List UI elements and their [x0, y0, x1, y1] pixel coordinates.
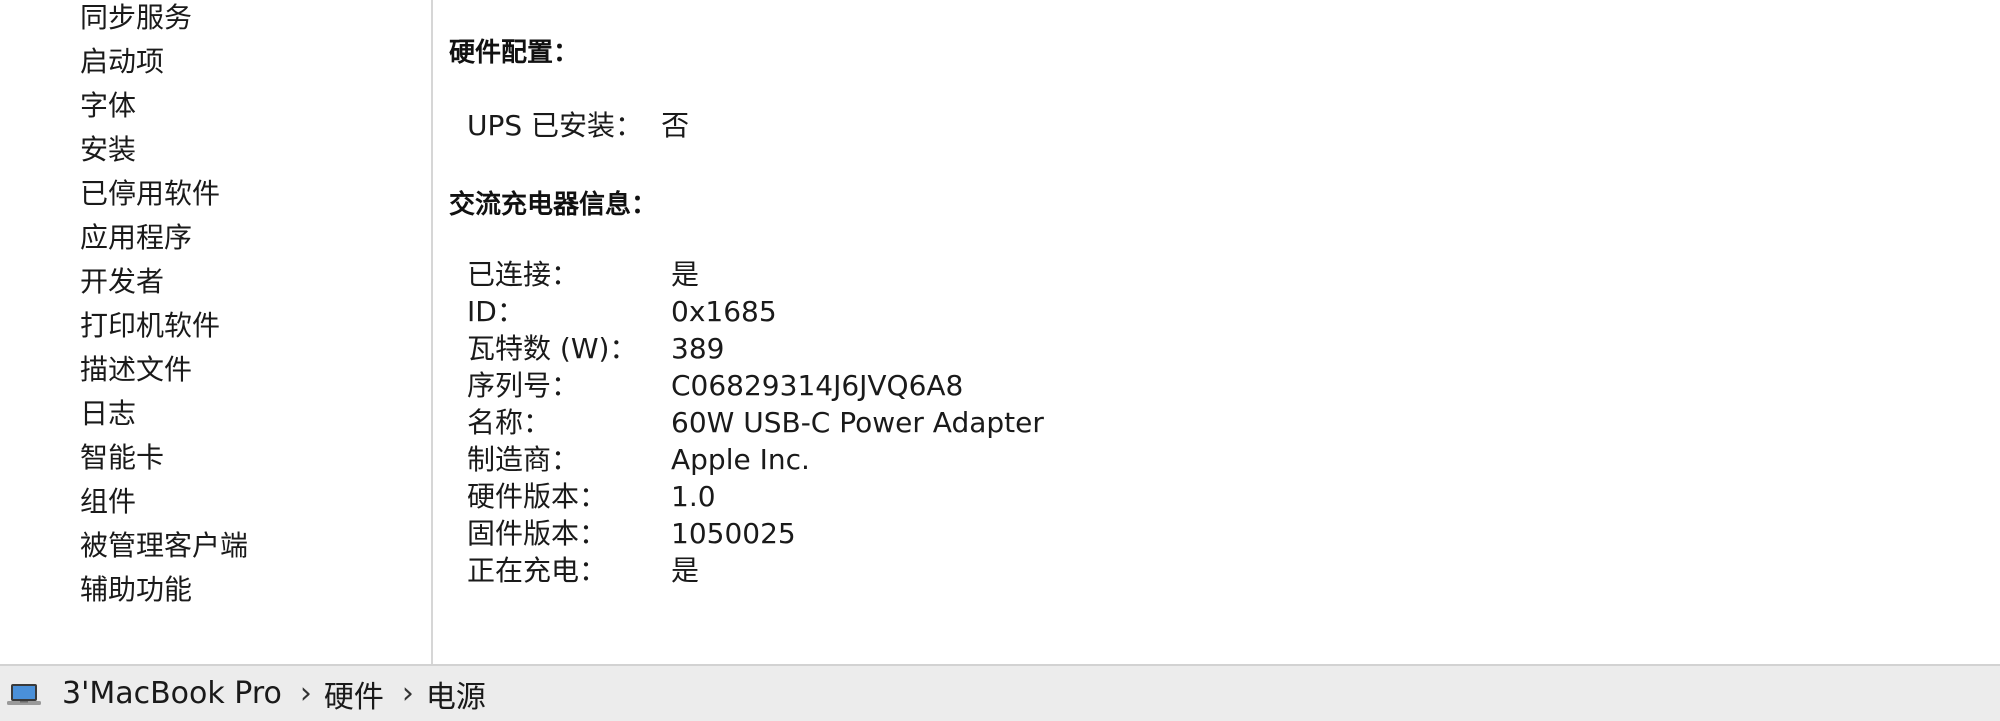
sidebar-item-managed-client[interactable]: 被管理客户端: [80, 524, 248, 568]
kv-key: 固件版本：: [467, 517, 608, 550]
sidebar-item-sync-services[interactable]: 同步服务: [80, 0, 248, 40]
ups-installed-row: UPS 已安装： 否: [467, 107, 689, 144]
kv-value: 0x1685: [671, 295, 777, 328]
kv-row-firmware-version: 固件版本： 1050025: [467, 515, 796, 552]
sidebar-item-developer[interactable]: 开发者: [80, 260, 248, 304]
hardware-config-title: 硬件配置：: [449, 38, 580, 68]
kv-value: C06829314J6JVQ6A8: [671, 369, 964, 402]
kv-row-connected: 已连接： 是: [467, 256, 699, 293]
path-separator-chevron-icon: ›: [299, 676, 312, 711]
ac-charger-info-title: 交流充电器信息：: [449, 190, 658, 220]
kv-value: Apple Inc.: [671, 443, 810, 476]
kv-value: 是: [671, 258, 700, 291]
sidebar-item-disabled-software[interactable]: 已停用软件: [80, 172, 248, 216]
detail-pane: 硬件配置： UPS 已安装： 否 交流充电器信息： 已连接： 是 ID： 0x1685…: [433, 0, 2000, 664]
path-segment-hardware[interactable]: 硬件: [324, 672, 384, 716]
ups-installed-label: UPS 已安装：: [467, 109, 644, 142]
kv-row-name: 名称： 60W USB-C Power Adapter: [467, 404, 1044, 441]
sidebar-item-startup-items[interactable]: 启动项: [80, 40, 248, 84]
kv-key: 瓦特数 (W)：: [467, 332, 638, 365]
kv-key: 名称：: [467, 406, 552, 439]
path-segment-computer[interactable]: 3'MacBook Pro: [62, 676, 282, 711]
ups-installed-value: 否: [661, 109, 690, 142]
sidebar-item-applications[interactable]: 应用程序: [80, 216, 248, 260]
kv-row-wattage: 瓦特数 (W)： 389: [467, 330, 724, 367]
kv-value: 是: [671, 554, 700, 587]
kv-row-manufacturer: 制造商： Apple Inc.: [467, 441, 810, 478]
system-information-window: 同步服务 启动项 字体 安装 已停用软件 应用程序 开发者 打印机软件 描述文件…: [0, 0, 2000, 721]
kv-key: 已连接：: [467, 258, 580, 291]
laptop-icon: [6, 681, 42, 707]
sidebar-item-accessibility[interactable]: 辅助功能: [80, 568, 248, 612]
kv-value: 1050025: [671, 517, 796, 550]
sidebar-item-smart-cards[interactable]: 智能卡: [80, 436, 248, 480]
kv-row-serial-number: 序列号： C06829314J6JVQ6A8: [467, 367, 963, 404]
sidebar: 同步服务 启动项 字体 安装 已停用软件 应用程序 开发者 打印机软件 描述文件…: [0, 0, 433, 664]
kv-row-hardware-version: 硬件版本： 1.0: [467, 478, 716, 515]
kv-row-charging: 正在充电： 是: [467, 552, 699, 589]
kv-key: 序列号：: [467, 369, 580, 402]
sidebar-item-installations[interactable]: 安装: [80, 128, 248, 172]
sidebar-item-printer-software[interactable]: 打印机软件: [80, 304, 248, 348]
kv-key: ID：: [467, 295, 525, 328]
kv-value: 389: [671, 332, 725, 365]
sidebar-item-fonts[interactable]: 字体: [80, 84, 248, 128]
kv-row-id: ID： 0x1685: [467, 293, 777, 330]
path-separator-chevron-icon: ›: [401, 676, 414, 711]
sidebar-item-logs[interactable]: 日志: [80, 392, 248, 436]
kv-key: 正在充电：: [467, 554, 608, 587]
kv-value: 60W USB-C Power Adapter: [671, 406, 1044, 439]
sidebar-list: 同步服务 启动项 字体 安装 已停用软件 应用程序 开发者 打印机软件 描述文件…: [80, 0, 248, 612]
kv-value: 1.0: [671, 480, 716, 513]
kv-key: 硬件版本：: [467, 480, 608, 513]
path-segment-power[interactable]: 电源: [426, 672, 486, 716]
path-bar: 3'MacBook Pro › 硬件 › 电源: [0, 664, 2000, 721]
sidebar-item-profiles[interactable]: 描述文件: [80, 348, 248, 392]
sidebar-item-components[interactable]: 组件: [80, 480, 248, 524]
kv-key: 制造商：: [467, 443, 580, 476]
